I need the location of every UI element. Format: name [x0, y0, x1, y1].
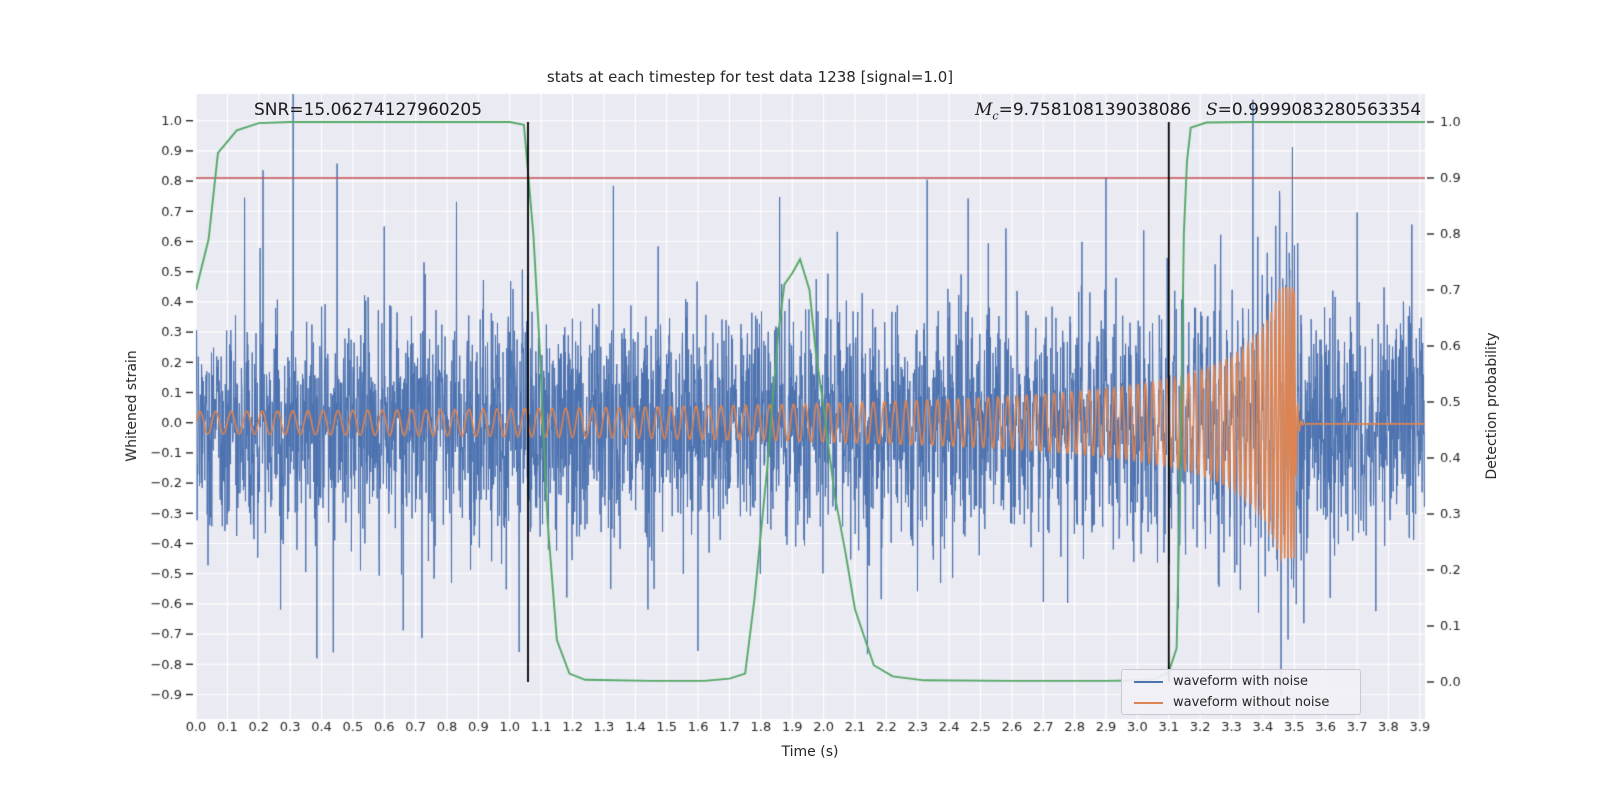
x-axis-label: Time (s)	[781, 744, 839, 760]
legend-line-blue-icon	[1134, 680, 1163, 683]
legend-item-without-noise: waveform without noise	[1122, 694, 1360, 712]
legend: waveform with noise waveform without noi…	[1121, 669, 1361, 715]
snr-annotation: SNR=15.06274127960205	[254, 100, 483, 120]
significance-annotation: S=0.9999083280563354	[1206, 100, 1422, 120]
chirp-mass-symbol: M	[975, 100, 993, 120]
chart-title: stats at each timestep for test data 123…	[546, 68, 954, 86]
chirp-mass-annotation: Mc=9.758108139038086	[975, 100, 1192, 123]
legend-line-orange-icon	[1134, 701, 1163, 704]
significance-symbol: S	[1206, 100, 1218, 120]
figure: stats at each timestep for test data 123…	[0, 0, 1600, 800]
right-axis-label: Detection probability	[1484, 332, 1500, 480]
legend-label: waveform without noise	[1173, 695, 1330, 710]
left-axis-label: Whitened strain	[124, 350, 140, 462]
legend-item-with-noise: waveform with noise	[1122, 673, 1360, 691]
legend-label: waveform with noise	[1173, 674, 1309, 689]
